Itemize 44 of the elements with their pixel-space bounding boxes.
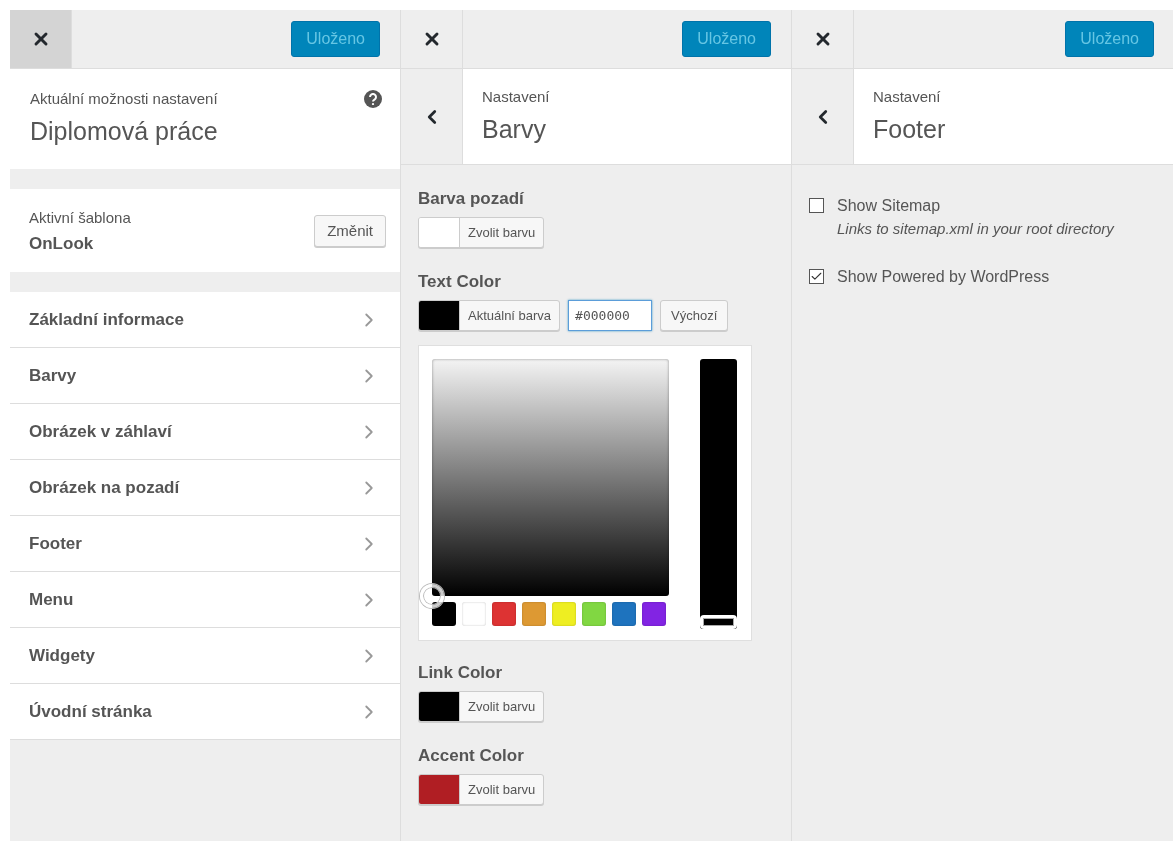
option-description: Links to sitemap.xml in your root directory bbox=[837, 220, 1114, 237]
palette-swatch[interactable] bbox=[432, 602, 456, 626]
color-button[interactable]: Zvolit barvu bbox=[418, 774, 545, 805]
slider-thumb[interactable] bbox=[700, 615, 737, 629]
change-button[interactable]: Změnit bbox=[314, 214, 386, 247]
info-caption: Aktuální možnosti nastavení bbox=[30, 89, 218, 109]
menu-item[interactable]: Barvy bbox=[10, 348, 400, 404]
menu-item[interactable]: Footer bbox=[10, 516, 400, 572]
menu-item[interactable]: Widgety bbox=[10, 628, 400, 684]
palette-swatch[interactable] bbox=[552, 602, 576, 626]
palette-swatch[interactable] bbox=[642, 602, 666, 626]
menu-item[interactable]: Obrázek na pozadí bbox=[10, 460, 400, 516]
checkbox[interactable] bbox=[809, 198, 824, 213]
palette-swatch[interactable] bbox=[612, 602, 636, 626]
menu-item[interactable]: Obrázek v záhlaví bbox=[10, 404, 400, 460]
section-title: Barvy bbox=[482, 114, 547, 144]
theme-name: OnLook bbox=[29, 233, 95, 254]
default-button[interactable]: Výchozí bbox=[660, 300, 729, 331]
palette-swatch[interactable] bbox=[582, 602, 606, 626]
menu-item[interactable]: Menu bbox=[10, 572, 400, 628]
site-title: Diplomová práce bbox=[30, 116, 218, 146]
menu-item[interactable]: Úvodní stránka bbox=[10, 684, 400, 740]
option-label: Show Sitemap bbox=[837, 196, 942, 216]
section-caption: Nastavení bbox=[482, 87, 550, 107]
theme-caption: Aktivní šablona bbox=[29, 207, 131, 228]
control-label: Accent Color bbox=[418, 745, 525, 767]
section-caption: Nastavení bbox=[873, 87, 942, 107]
color-gradient[interactable] bbox=[432, 359, 669, 596]
color-button[interactable]: Aktuální barva bbox=[418, 300, 561, 331]
help-icon[interactable] bbox=[364, 90, 382, 108]
color-button[interactable]: Zvolit barvu bbox=[418, 217, 545, 248]
color-button[interactable]: Zvolit barvu bbox=[418, 691, 545, 722]
palette-swatch[interactable] bbox=[492, 602, 516, 626]
checkbox[interactable] bbox=[809, 269, 824, 284]
hex-input-field[interactable]: #000000 bbox=[568, 300, 653, 331]
palette-swatch[interactable] bbox=[522, 602, 546, 626]
close-button[interactable] bbox=[10, 10, 72, 68]
menu-item[interactable]: Základní informace bbox=[10, 292, 400, 348]
section-title: Footer bbox=[873, 114, 946, 144]
control-label: Text Color bbox=[418, 271, 502, 293]
control-label: Barva pozadí bbox=[418, 188, 525, 210]
option-label: Show Powered by WordPress bbox=[837, 267, 1050, 287]
color-slider[interactable] bbox=[700, 359, 737, 629]
control-label: Link Color bbox=[418, 662, 504, 684]
